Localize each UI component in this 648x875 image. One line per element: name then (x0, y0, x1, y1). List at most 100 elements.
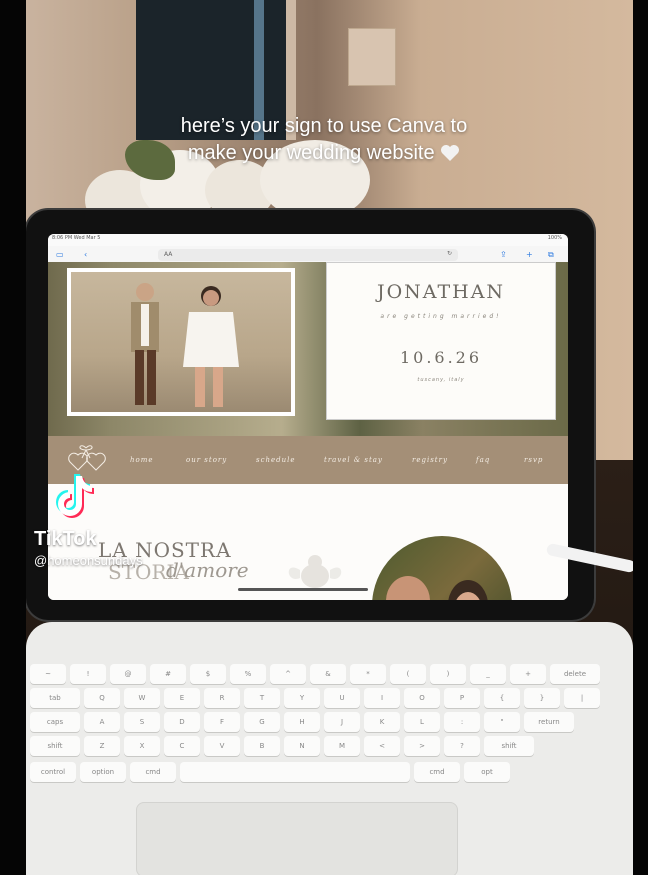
reload-icon[interactable]: ↻ (447, 250, 452, 257)
key-s[interactable]: S (124, 712, 160, 732)
battery-status: 100% (547, 235, 562, 241)
key-o[interactable]: O (404, 688, 440, 708)
status-bar: 8:06 PM Wed Mar 5 100% (48, 234, 568, 246)
key-g[interactable]: G (244, 712, 280, 732)
key-sym8[interactable]: * (350, 664, 386, 684)
trackpad[interactable] (136, 802, 458, 875)
key-sym1[interactable]: ! (70, 664, 106, 684)
key-sym4[interactable]: $ (190, 664, 226, 684)
key-q[interactable]: Q (84, 688, 120, 708)
key-x[interactable]: X (124, 736, 160, 756)
key-m[interactable]: M (324, 736, 360, 756)
key-c[interactable]: C (164, 736, 200, 756)
key-space[interactable] (180, 762, 410, 782)
light-switch (348, 28, 396, 86)
wedding-date: 10.6.26 (399, 348, 483, 367)
key-sym10[interactable]: : (444, 712, 480, 732)
key-return[interactable]: return (524, 712, 574, 732)
back-icon[interactable]: ‹ (84, 250, 87, 259)
key-sym9[interactable]: > (404, 736, 440, 756)
new-tab-icon[interactable]: + (526, 250, 533, 259)
key-v[interactable]: V (204, 736, 240, 756)
key-sym5[interactable]: % (230, 664, 266, 684)
key-r[interactable]: R (204, 688, 240, 708)
caption-line-2-text: make your wedding website (187, 142, 435, 164)
couple-name: JONATHAN (376, 281, 506, 303)
wedding-location: tuscany, italy (417, 377, 465, 383)
nav-rsvp[interactable]: rsvp (524, 456, 543, 464)
key-opt[interactable]: opt (464, 762, 510, 782)
tiktok-watermark: TikTok @homeonsundays (34, 472, 164, 572)
sidebar-icon[interactable]: ▭ (56, 250, 64, 259)
key-l[interactable]: L (404, 712, 440, 732)
key-sym11[interactable]: " (484, 712, 520, 732)
key-u[interactable]: U (324, 688, 360, 708)
key-sym3[interactable]: # (150, 664, 186, 684)
nav-home[interactable]: home (130, 456, 154, 464)
key-cmd[interactable]: cmd (130, 762, 176, 782)
key-shift[interactable]: shift (484, 736, 534, 756)
married-subtitle: are getting married! (380, 313, 502, 320)
key-sym7[interactable]: & (310, 664, 346, 684)
key-a[interactable]: A (84, 712, 120, 732)
tiktok-brand: TikTok (34, 528, 97, 550)
key-sym11[interactable]: _ (470, 664, 506, 684)
right-letterbox (633, 0, 648, 875)
nav-travel-stay[interactable]: travel & stay (324, 456, 383, 464)
key-sym10[interactable]: ? (444, 736, 480, 756)
video-caption: here’s your sign to use Canva to make yo… (0, 113, 648, 167)
key-sym11[interactable]: { (484, 688, 520, 708)
home-indicator (238, 588, 368, 591)
key-sym2[interactable]: @ (110, 664, 146, 684)
key-control[interactable]: control (30, 762, 76, 782)
nav-our-story[interactable]: our story (186, 456, 227, 464)
names-card: JONATHAN are getting married! 10.6.26 tu… (326, 262, 556, 420)
key-k[interactable]: K (364, 712, 400, 732)
key-sym12[interactable]: } (524, 688, 560, 708)
video-frame: here’s your sign to use Canva to make yo… (0, 0, 648, 875)
key-sym0[interactable]: ~ (30, 664, 66, 684)
tabs-icon[interactable]: ⧉ (548, 250, 554, 260)
key-p[interactable]: P (444, 688, 480, 708)
key-d[interactable]: D (164, 712, 200, 732)
key-f[interactable]: F (204, 712, 240, 732)
key-cmd[interactable]: cmd (414, 762, 460, 782)
left-letterbox (0, 0, 26, 875)
tiktok-logo-icon (56, 474, 94, 518)
key-sym12[interactable]: + (510, 664, 546, 684)
key-b[interactable]: B (244, 736, 280, 756)
couple-figures (131, 283, 239, 407)
key-h[interactable]: H (284, 712, 320, 732)
key-z[interactable]: Z (84, 736, 120, 756)
couple-photo-arch (372, 536, 512, 600)
reader-mode-button[interactable]: AA (164, 251, 172, 258)
key-option[interactable]: option (80, 762, 126, 782)
key-sym9[interactable]: ( (390, 664, 426, 684)
key-sym8[interactable]: < (364, 736, 400, 756)
tiktok-username: @homeonsundays (34, 553, 143, 568)
story-script: d'amore (166, 558, 249, 582)
key-shift[interactable]: shift (30, 736, 80, 756)
key-tab[interactable]: tab (30, 688, 80, 708)
magic-keyboard: ~! @ # $% ^ & *() _ + delete tab Q W E R T Y U I O P{} | caps A… (26, 622, 633, 875)
website-hero: JONATHAN are getting married! 10.6.26 tu… (48, 262, 568, 436)
key-t[interactable]: T (244, 688, 280, 708)
address-bar[interactable]: AA ↻ (158, 249, 458, 261)
key-sym10[interactable]: ) (430, 664, 466, 684)
key-y[interactable]: Y (284, 688, 320, 708)
key-i[interactable]: I (364, 688, 400, 708)
nav-schedule[interactable]: schedule (256, 456, 296, 464)
key-delete[interactable]: delete (550, 664, 600, 684)
key-caps[interactable]: caps (30, 712, 80, 732)
key-w[interactable]: W (124, 688, 160, 708)
key-j[interactable]: J (324, 712, 360, 732)
key-e[interactable]: E (164, 688, 200, 708)
key-sym6[interactable]: ^ (270, 664, 306, 684)
key-sym13[interactable]: | (564, 688, 600, 708)
status-time: 8:06 PM Wed Mar 5 (52, 235, 101, 241)
share-icon[interactable]: ⇪ (500, 250, 507, 259)
nav-registry[interactable]: registry (412, 456, 448, 464)
white-heart-icon (441, 145, 460, 161)
key-n[interactable]: N (284, 736, 320, 756)
nav-faq[interactable]: faq (476, 456, 490, 464)
